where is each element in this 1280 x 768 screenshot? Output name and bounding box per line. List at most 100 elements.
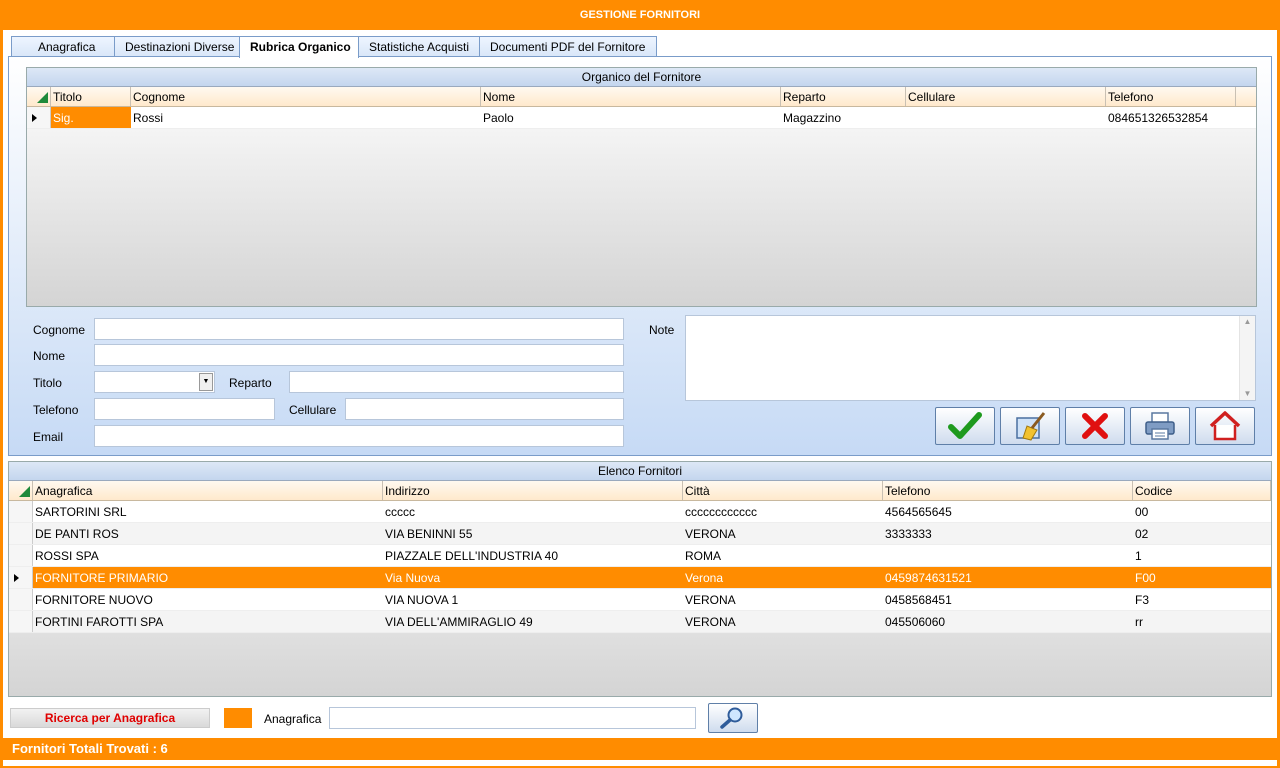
scroll-up-icon[interactable]: ▲ <box>1240 316 1255 328</box>
nome-field[interactable] <box>94 344 624 366</box>
cell-cognome[interactable]: Rossi <box>131 107 481 128</box>
note-scrollbar[interactable]: ▲ ▼ <box>1239 316 1255 400</box>
cell-telefono[interactable] <box>883 545 1133 566</box>
fornitori-grid[interactable]: Elenco Fornitori Anagrafica Indirizzo Ci… <box>8 461 1272 697</box>
organico-grid[interactable]: Organico del Fornitore Titolo Cognome No… <box>26 67 1257 307</box>
cell-telefono[interactable]: 3333333 <box>883 523 1133 544</box>
table-row[interactable]: FORNITORE NUOVO VIA NUOVA 1 VERONA 04585… <box>9 589 1271 611</box>
cell-citta[interactable]: VERONA <box>683 589 883 610</box>
cell-codice[interactable]: F3 <box>1133 589 1271 610</box>
cell-anagrafica[interactable]: FORTINI FAROTTI SPA <box>33 611 383 632</box>
column-header-titolo[interactable]: Titolo <box>51 87 131 106</box>
table-row-selected[interactable]: FORNITORE PRIMARIO Via Nuova Verona 0459… <box>9 567 1271 589</box>
titolo-select[interactable] <box>94 371 215 393</box>
cell-codice[interactable]: 1 <box>1133 545 1271 566</box>
row-indicator-icon <box>27 107 51 128</box>
fornitori-grid-caption: Elenco Fornitori <box>9 462 1271 481</box>
column-header-reparto[interactable]: Reparto <box>781 87 906 106</box>
row-header <box>9 501 33 522</box>
cell-anagrafica[interactable]: ROSSI SPA <box>33 545 383 566</box>
table-row[interactable]: SARTORINI SRL ccccc cccccccccccc 4564565… <box>9 501 1271 523</box>
table-row[interactable]: FORTINI FAROTTI SPA VIA DELL'AMMIRAGLIO … <box>9 611 1271 633</box>
telefono-field[interactable] <box>94 398 275 420</box>
email-field[interactable] <box>94 425 624 447</box>
table-row[interactable]: Sig. Rossi Paolo Magazzino 0846513265328… <box>27 107 1256 129</box>
clear-button[interactable] <box>1000 407 1060 445</box>
search-mode-label[interactable]: Ricerca per Anagrafica <box>10 708 210 728</box>
cell-codice[interactable]: rr <box>1133 611 1271 632</box>
organico-grid-caption: Organico del Fornitore <box>27 68 1256 87</box>
cell-indirizzo[interactable]: ccccc <box>383 501 683 522</box>
cell-indirizzo[interactable]: Via Nuova <box>383 567 683 588</box>
column-header-codice[interactable]: Codice <box>1133 481 1271 500</box>
reparto-field[interactable] <box>289 371 624 393</box>
cell-citta[interactable]: VERONA <box>683 523 883 544</box>
row-header <box>9 589 33 610</box>
tab-rubrica-organico[interactable]: Rubrica Organico <box>239 36 359 58</box>
cell-indirizzo[interactable]: VIA BENINNI 55 <box>383 523 683 544</box>
scroll-down-icon[interactable]: ▼ <box>1240 388 1255 400</box>
cell-anagrafica[interactable]: FORNITORE PRIMARIO <box>33 567 383 588</box>
tab-strip: Anagrafica Destinazioni Diverse Rubrica … <box>11 36 657 58</box>
delete-button[interactable] <box>1065 407 1125 445</box>
cellulare-field[interactable] <box>345 398 624 420</box>
cell-citta[interactable]: Verona <box>683 567 883 588</box>
column-header-indirizzo[interactable]: Indirizzo <box>383 481 683 500</box>
table-row[interactable]: DE PANTI ROS VIA BENINNI 55 VERONA 33333… <box>9 523 1271 545</box>
search-mode-swatch <box>224 708 252 728</box>
email-label: Email <box>33 430 64 444</box>
column-header-nome[interactable]: Nome <box>481 87 781 106</box>
cell-telefono[interactable]: 084651326532854 <box>1106 107 1236 128</box>
cell-codice[interactable]: F00 <box>1133 567 1271 588</box>
note-textarea[interactable]: ▲ ▼ <box>685 315 1256 401</box>
tab-anagrafica[interactable]: Anagrafica <box>11 36 115 57</box>
row-header <box>9 545 33 566</box>
cell-reparto[interactable]: Magazzino <box>781 107 906 128</box>
tab-statistiche-acquisti[interactable]: Statistiche Acquisti <box>358 36 480 57</box>
cell-citta[interactable]: cccccccccccc <box>683 501 883 522</box>
home-button[interactable] <box>1195 407 1255 445</box>
note-label: Note <box>649 323 675 337</box>
telefono-label: Telefono <box>33 403 79 417</box>
reparto-label: Reparto <box>229 376 272 390</box>
cell-telefono[interactable]: 045506060 <box>883 611 1133 632</box>
cell-citta[interactable]: VERONA <box>683 611 883 632</box>
cell-cellulare[interactable] <box>906 107 1106 128</box>
cell-indirizzo[interactable]: VIA NUOVA 1 <box>383 589 683 610</box>
cell-telefono[interactable]: 0458568451 <box>883 589 1133 610</box>
chevron-down-icon[interactable]: ▼ <box>199 373 213 391</box>
cell-anagrafica[interactable]: FORNITORE NUOVO <box>33 589 383 610</box>
cell-citta[interactable]: ROMA <box>683 545 883 566</box>
tab-destinazioni-diverse[interactable]: Destinazioni Diverse <box>114 36 240 57</box>
column-header-cellulare[interactable]: Cellulare <box>906 87 1106 106</box>
cell-nome[interactable]: Paolo <box>481 107 781 128</box>
save-button[interactable] <box>935 407 995 445</box>
search-button[interactable] <box>708 703 758 733</box>
cell-indirizzo[interactable]: PIAZZALE DELL'INDUSTRIA 40 <box>383 545 683 566</box>
column-header-cognome[interactable]: Cognome <box>131 87 481 106</box>
cognome-label: Cognome <box>33 323 86 337</box>
search-input[interactable] <box>329 707 696 729</box>
column-header-citta[interactable]: Città <box>683 481 883 500</box>
cell-telefono[interactable]: 0459874631521 <box>883 567 1133 588</box>
search-icon <box>720 707 743 729</box>
cell-telefono[interactable]: 4564565645 <box>883 501 1133 522</box>
titolo-label: Titolo <box>33 376 62 390</box>
column-header-telefono[interactable]: Telefono <box>883 481 1133 500</box>
print-button[interactable] <box>1130 407 1190 445</box>
cell-titolo[interactable]: Sig. <box>51 107 131 128</box>
cell-codice[interactable]: 02 <box>1133 523 1271 544</box>
home-icon <box>1209 411 1241 441</box>
cell-indirizzo[interactable]: VIA DELL'AMMIRAGLIO 49 <box>383 611 683 632</box>
column-header-telefono[interactable]: Telefono <box>1106 87 1236 106</box>
cell-anagrafica[interactable]: DE PANTI ROS <box>33 523 383 544</box>
column-header-anagrafica[interactable]: Anagrafica <box>33 481 383 500</box>
table-row[interactable]: ROSSI SPA PIAZZALE DELL'INDUSTRIA 40 ROM… <box>9 545 1271 567</box>
cell-anagrafica[interactable]: SARTORINI SRL <box>33 501 383 522</box>
cell-codice[interactable]: 00 <box>1133 501 1271 522</box>
delete-x-icon <box>1082 413 1108 439</box>
row-header <box>9 523 33 544</box>
nome-label: Nome <box>33 349 66 363</box>
tab-documenti-pdf[interactable]: Documenti PDF del Fornitore <box>479 36 657 57</box>
cognome-field[interactable] <box>94 318 624 340</box>
